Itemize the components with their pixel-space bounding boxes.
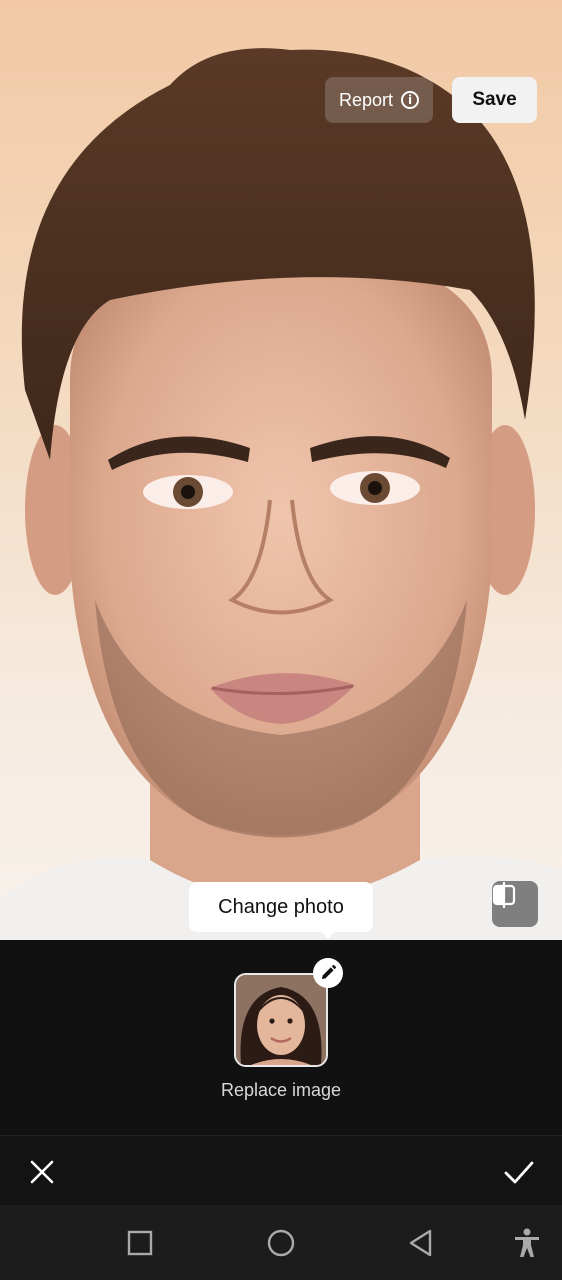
compare-icon xyxy=(492,882,516,908)
tooltip-arrow xyxy=(320,930,336,939)
check-icon[interactable] xyxy=(502,1156,536,1188)
report-button[interactable]: Report i xyxy=(325,77,433,123)
source-photo-thumbnail[interactable] xyxy=(234,973,328,1067)
face-illustration xyxy=(0,48,562,940)
replace-panel: Replace image xyxy=(0,940,562,1135)
circle-icon[interactable] xyxy=(265,1227,297,1259)
back-triangle-icon[interactable] xyxy=(406,1227,438,1259)
replace-image-label: Replace image xyxy=(220,1080,342,1100)
pencil-icon xyxy=(322,964,337,979)
square-icon[interactable] xyxy=(124,1227,156,1259)
compare-button[interactable] xyxy=(492,881,538,927)
info-icon: i xyxy=(401,91,420,109)
result-photo: Report i Save xyxy=(0,0,562,940)
accessibility-icon[interactable] xyxy=(511,1227,543,1259)
change-photo-tooltip: Change photo xyxy=(189,882,373,932)
edit-photo-button[interactable] xyxy=(313,958,343,988)
system-nav-bar xyxy=(0,1205,562,1280)
action-bar xyxy=(0,1135,562,1205)
report-label: Report xyxy=(338,89,394,110)
save-button[interactable]: Save xyxy=(452,77,537,123)
thumbnail-face xyxy=(236,975,326,1065)
tooltip-text: Change photo xyxy=(218,895,344,918)
close-icon[interactable] xyxy=(26,1156,58,1188)
